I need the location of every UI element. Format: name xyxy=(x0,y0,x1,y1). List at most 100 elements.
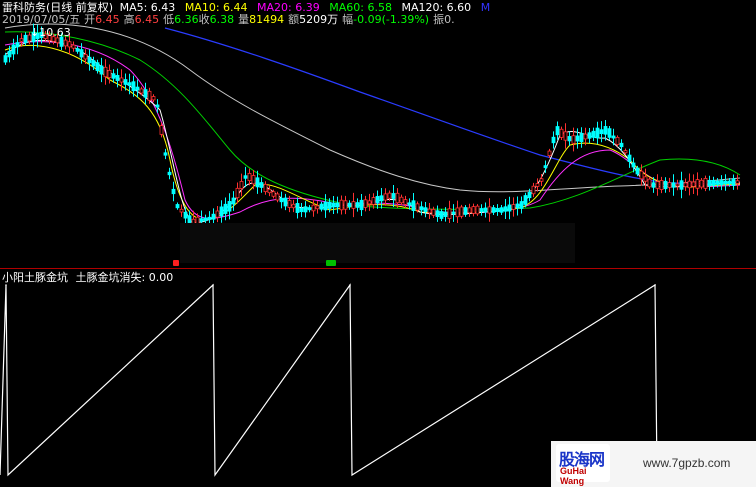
candle-body xyxy=(295,203,300,213)
candle-body xyxy=(15,42,20,48)
candle-body xyxy=(339,199,344,211)
candle-body xyxy=(407,202,412,206)
candle-body xyxy=(103,66,108,78)
candle-body xyxy=(127,82,132,86)
candle-body xyxy=(715,180,720,185)
candle-body xyxy=(691,181,696,187)
kline-panel[interactable]: 雷科防务(日线 前复权) MA5: 6.43 MA10: 6.44 MA20: … xyxy=(0,0,756,268)
masked-region xyxy=(180,223,575,263)
watermark-url: www.7gpzb.com xyxy=(643,456,731,470)
candle-body xyxy=(243,175,248,179)
candle-body xyxy=(111,73,116,79)
quote-date: 2019/07/05/五 xyxy=(2,13,81,26)
candle-body xyxy=(499,207,504,213)
candle-body xyxy=(211,213,216,220)
signal-marker-green xyxy=(326,260,336,266)
candle-body xyxy=(435,210,440,218)
candle-body xyxy=(439,211,444,219)
candle-body xyxy=(655,181,660,189)
candle-body xyxy=(179,208,184,213)
candle-body xyxy=(359,199,364,211)
candle-body xyxy=(395,192,400,204)
candle-body xyxy=(587,132,592,139)
candle-body xyxy=(595,127,600,139)
indicator-spike-peak xyxy=(654,284,656,286)
candle-body xyxy=(239,181,244,189)
candle-body xyxy=(155,104,160,108)
candle-body xyxy=(643,176,648,182)
candle-body xyxy=(503,206,508,212)
candle-body xyxy=(123,79,128,85)
close-label: 收 xyxy=(198,13,210,26)
candle-body xyxy=(335,202,340,208)
candle-body xyxy=(555,126,560,136)
candle-body xyxy=(235,187,240,199)
candle-body xyxy=(247,172,252,182)
candle-body xyxy=(199,218,204,222)
low-value: 6.36 xyxy=(174,13,199,26)
candle-body xyxy=(87,56,92,64)
candle-body xyxy=(651,182,656,188)
candle-body xyxy=(115,75,120,81)
candle-body xyxy=(315,205,320,210)
candle-body xyxy=(311,204,316,212)
candle-body xyxy=(375,196,380,204)
candle-body xyxy=(723,180,728,185)
candle-body xyxy=(171,188,176,195)
candle-body xyxy=(711,180,716,186)
candle-body xyxy=(427,208,432,214)
candle-body xyxy=(679,180,684,190)
candle-body xyxy=(631,162,636,168)
candle-body xyxy=(415,203,420,211)
candle-body xyxy=(323,201,328,211)
candle-body xyxy=(79,49,84,58)
amount-label: 额 xyxy=(288,13,300,26)
candle-body xyxy=(143,89,148,98)
candle-body xyxy=(699,179,704,188)
low-label: 低 xyxy=(163,13,175,26)
candle-body xyxy=(23,34,28,44)
candle-body xyxy=(399,196,404,204)
candle-body xyxy=(675,183,680,187)
candle-body xyxy=(671,182,676,188)
candle-body xyxy=(271,191,276,197)
candle-body xyxy=(255,177,260,188)
indicator-spike-peak xyxy=(349,284,351,286)
vol-label: 量 xyxy=(238,13,250,26)
candle-body xyxy=(463,207,468,215)
candle-body xyxy=(403,199,408,205)
candle-body xyxy=(347,202,352,208)
amp-value: 0. xyxy=(444,13,455,26)
candle-body xyxy=(7,50,12,58)
candle-body xyxy=(627,154,632,162)
candle-body xyxy=(19,38,24,42)
candle-body xyxy=(371,197,376,205)
candle-body xyxy=(383,193,388,201)
candle-body xyxy=(455,207,460,218)
candle-body xyxy=(215,210,220,218)
candle-body xyxy=(639,170,644,180)
candle-body xyxy=(663,180,668,190)
indicator-spike-peak xyxy=(5,284,7,286)
candle-body xyxy=(483,207,488,213)
candle-body xyxy=(527,191,532,199)
candle-body xyxy=(91,60,96,67)
vol-value: 81494 xyxy=(249,13,285,26)
change-value: -0.09(-1.39%) xyxy=(353,13,430,26)
candle-body xyxy=(283,197,288,207)
candle-body xyxy=(507,204,512,212)
candle-body xyxy=(543,165,548,169)
watermark: 股海网 GuHai Wang www.7gpzb.com xyxy=(551,441,756,487)
candle-body xyxy=(3,55,8,63)
change-label: 幅 xyxy=(342,13,354,26)
candle-body xyxy=(591,130,596,138)
marker-arrow: ↓ xyxy=(30,26,40,39)
candle-body xyxy=(207,216,212,220)
candle-body xyxy=(479,208,484,212)
candle-body xyxy=(299,207,304,213)
close-value: 6.38 xyxy=(209,13,235,26)
candle-body xyxy=(391,193,396,199)
candle-body xyxy=(635,167,640,175)
candle-body xyxy=(279,197,284,203)
candle-body xyxy=(659,180,664,190)
